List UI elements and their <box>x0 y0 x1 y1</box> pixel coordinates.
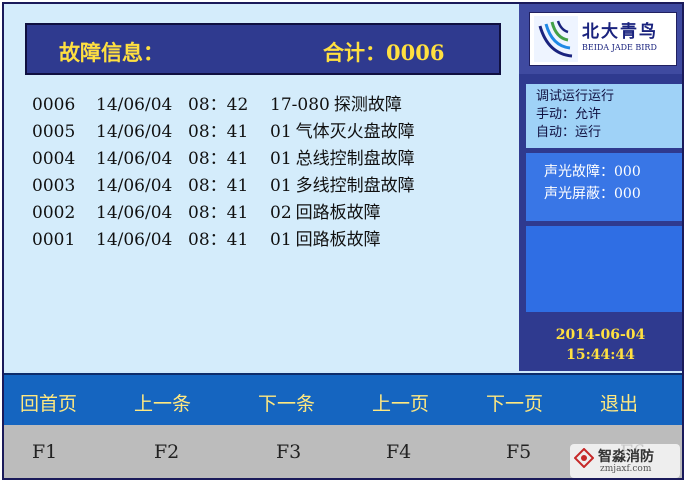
f3-key[interactable]: F3 <box>276 441 301 463</box>
fault-header: 故障信息： 合计：0006 <box>25 23 501 75</box>
watermark-logo-icon <box>574 448 594 468</box>
sound-light-panel: 声光故障：000 声光屏蔽：000 <box>526 153 682 221</box>
fault-info-panel: 故障信息： 合计：0006 0006 14/06/04 08：42 17-080 探测故… <box>4 4 519 371</box>
home-page-button[interactable]: 回首页 <box>20 389 77 416</box>
fault-desc: 回路板故障 <box>295 203 381 223</box>
fault-loop: 01 <box>270 230 292 250</box>
f5-key[interactable]: F5 <box>506 441 531 463</box>
fault-row[interactable]: 0003 14/06/04 08：41 01 多线控制盘故障 <box>32 173 415 200</box>
fault-desc: 多线控制盘故障 <box>295 176 415 196</box>
fault-time: 08：41 <box>188 176 249 196</box>
prev-item-button[interactable]: 上一条 <box>134 389 191 416</box>
fault-list: 0006 14/06/04 08：42 17-080 探测故障 0005 14/06/04… <box>32 92 415 254</box>
fault-id: 0001 <box>32 230 76 250</box>
fault-id: 0006 <box>32 95 76 115</box>
prev-page-button[interactable]: 上一页 <box>372 389 429 416</box>
brand-name-en: BEIDA JADE BIRD <box>582 43 657 52</box>
brand-logo: 北大青鸟 BEIDA JADE BIRD <box>529 12 677 66</box>
fault-date: 14/06/04 <box>96 122 173 142</box>
exit-button[interactable]: 退出 <box>600 389 638 416</box>
sound-light-mask: 声光屏蔽：000 <box>544 186 641 202</box>
f4-key[interactable]: F4 <box>386 441 411 463</box>
fault-desc: 气体灭火盘故障 <box>295 122 415 142</box>
empty-status-panel <box>526 226 682 312</box>
run-mode: 调试运行运行 <box>536 89 615 104</box>
fault-row[interactable]: 0006 14/06/04 08：42 17-080 探测故障 <box>32 92 415 119</box>
fault-time: 08：41 <box>188 230 249 250</box>
fault-loop: 17-080 <box>270 95 330 115</box>
jade-bird-logo-icon <box>534 16 578 62</box>
fault-desc: 回路板故障 <box>295 230 381 250</box>
fault-loop: 01 <box>270 122 292 142</box>
fault-date: 14/06/04 <box>96 176 173 196</box>
f1-key[interactable]: F1 <box>32 441 57 463</box>
fault-total: 合计：0006 <box>323 40 445 65</box>
fault-row[interactable]: 0004 14/06/04 08：41 01 总线控制盘故障 <box>32 146 415 173</box>
clock-time: 15:44:44 <box>566 347 635 363</box>
soft-key-bar: 回首页 上一条 下一条 上一页 下一页 退出 <box>4 373 682 425</box>
next-item-button[interactable]: 下一条 <box>258 389 315 416</box>
datetime-display: 2014-06-04 15:44:44 <box>519 318 682 371</box>
fault-row[interactable]: 0001 14/06/04 08：41 01 回路板故障 <box>32 227 415 254</box>
fault-desc: 探测故障 <box>333 95 402 115</box>
manual-status: 手动：允许 <box>536 107 602 122</box>
next-page-button[interactable]: 下一页 <box>486 389 543 416</box>
clock-date: 2014-06-04 <box>555 327 646 343</box>
fault-time: 08：42 <box>188 95 249 115</box>
fault-id: 0003 <box>32 176 76 196</box>
fault-id: 0005 <box>32 122 76 142</box>
fault-title: 故障信息： <box>59 40 164 65</box>
fault-row[interactable]: 0005 14/06/04 08：41 01 气体灭火盘故障 <box>32 119 415 146</box>
fault-id: 0002 <box>32 203 76 223</box>
fault-time: 08：41 <box>188 203 249 223</box>
fault-time: 08：41 <box>188 122 249 142</box>
f2-key[interactable]: F2 <box>154 441 179 463</box>
brand-name-cn: 北大青鸟 <box>582 22 658 42</box>
run-status-panel: 调试运行运行 手动：允许 自动：运行 <box>526 84 682 148</box>
fault-loop: 01 <box>270 149 292 169</box>
fault-row[interactable]: 0002 14/06/04 08：41 02 回路板故障 <box>32 200 415 227</box>
watermark: 智淼消防 zmjaxf.com <box>570 444 680 478</box>
sound-light-fault: 声光故障：000 <box>544 164 641 180</box>
fault-id: 0004 <box>32 149 76 169</box>
fault-date: 14/06/04 <box>96 203 173 223</box>
watermark-url: zmjaxf.com <box>600 464 652 474</box>
fault-loop: 02 <box>270 203 292 223</box>
brand-logo-area: 北大青鸟 BEIDA JADE BIRD <box>519 4 682 74</box>
fault-loop: 01 <box>270 176 292 196</box>
fault-date: 14/06/04 <box>96 149 173 169</box>
auto-status: 自动：运行 <box>536 125 602 140</box>
fault-date: 14/06/04 <box>96 230 173 250</box>
watermark-name: 智淼消防 <box>598 449 654 465</box>
fault-date: 14/06/04 <box>96 95 173 115</box>
fault-time: 08：41 <box>188 149 249 169</box>
fault-desc: 总线控制盘故障 <box>295 149 415 169</box>
